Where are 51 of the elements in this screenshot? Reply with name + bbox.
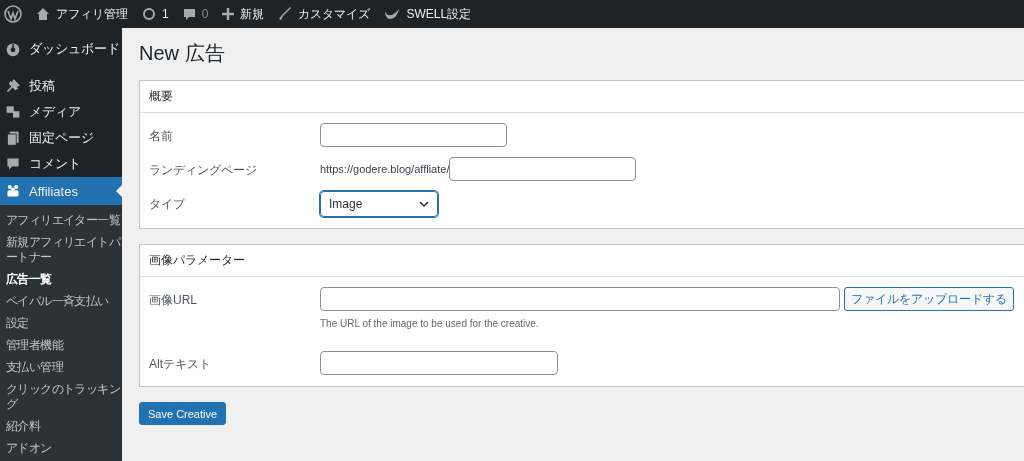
bird-icon bbox=[384, 8, 401, 20]
url-prefix: https://godere.blog/affliate/ bbox=[320, 163, 450, 175]
home-icon bbox=[36, 7, 50, 21]
field-label: 名前 bbox=[149, 128, 174, 145]
theme-settings-link[interactable]: SWELL設定 bbox=[384, 5, 472, 23]
sidebar-item[interactable]: メディア bbox=[0, 99, 122, 125]
submenu-item[interactable]: クリックのトラッキング bbox=[0, 379, 122, 416]
wordpress-logo-icon[interactable] bbox=[4, 5, 22, 23]
pages-icon bbox=[5, 130, 21, 146]
upload-button[interactable]: ファイルをアップロードする bbox=[844, 287, 1014, 311]
submenu-item[interactable]: 広告一覧 bbox=[0, 269, 122, 291]
panel-title: 概要 bbox=[140, 81, 1024, 113]
submenu-item[interactable]: 支払い管理 bbox=[0, 357, 122, 379]
submenu-item[interactable]: アドオン bbox=[0, 438, 122, 460]
new-link[interactable]: 新規 bbox=[222, 5, 265, 23]
submenu-item[interactable]: 新規アフィリエイトパートナー bbox=[0, 232, 122, 269]
text-field[interactable] bbox=[320, 123, 507, 147]
sidebar-item[interactable]: 固定ページ bbox=[0, 125, 122, 151]
image-url-field[interactable] bbox=[320, 287, 840, 311]
refresh-icon bbox=[142, 7, 156, 21]
save-button[interactable]: Save Creative bbox=[139, 402, 227, 425]
plus-icon bbox=[222, 8, 235, 20]
customize-link[interactable]: カスタマイズ bbox=[278, 5, 371, 23]
people-icon bbox=[5, 183, 21, 199]
updates-link[interactable]: 1 bbox=[142, 7, 169, 21]
text-field[interactable] bbox=[320, 351, 558, 375]
sidebar-item[interactable]: コメント bbox=[0, 151, 122, 177]
field-label: ランディングページ bbox=[149, 162, 258, 179]
chevron-down-icon bbox=[419, 201, 429, 207]
media-icon bbox=[5, 104, 21, 120]
field-label: Altテキスト bbox=[149, 356, 212, 373]
comments-link[interactable]: 0 bbox=[182, 7, 209, 21]
panel-title: 画像パラメーター bbox=[140, 245, 1024, 277]
comment-icon bbox=[5, 156, 21, 172]
submenu-item[interactable]: ペイパル一斉支払い bbox=[0, 291, 122, 313]
sidebar-item[interactable]: Affiliates bbox=[0, 177, 122, 205]
page-title: New 広告 bbox=[139, 41, 226, 66]
sidebar-item[interactable]: ダッシュボード bbox=[0, 36, 122, 62]
brush-icon bbox=[278, 7, 293, 21]
submenu-item[interactable]: 管理者機能 bbox=[0, 335, 122, 357]
submenu-item[interactable]: 紹介料 bbox=[0, 416, 122, 438]
field-label: 画像URL bbox=[149, 292, 198, 309]
field-description: The URL of the image to be used for the creative. bbox=[320, 318, 540, 329]
site-name-link[interactable]: アフィリ管理 bbox=[36, 5, 128, 23]
field-label: タイプ bbox=[149, 196, 187, 213]
comment-icon bbox=[182, 7, 196, 21]
slug-field[interactable] bbox=[449, 157, 637, 181]
submenu-item[interactable]: アフィリエイター一覧 bbox=[0, 210, 122, 232]
sidebar-item[interactable]: 投稿 bbox=[0, 73, 122, 99]
type-select[interactable]: Image bbox=[320, 191, 438, 217]
submenu-item[interactable]: 設定 bbox=[0, 313, 122, 335]
